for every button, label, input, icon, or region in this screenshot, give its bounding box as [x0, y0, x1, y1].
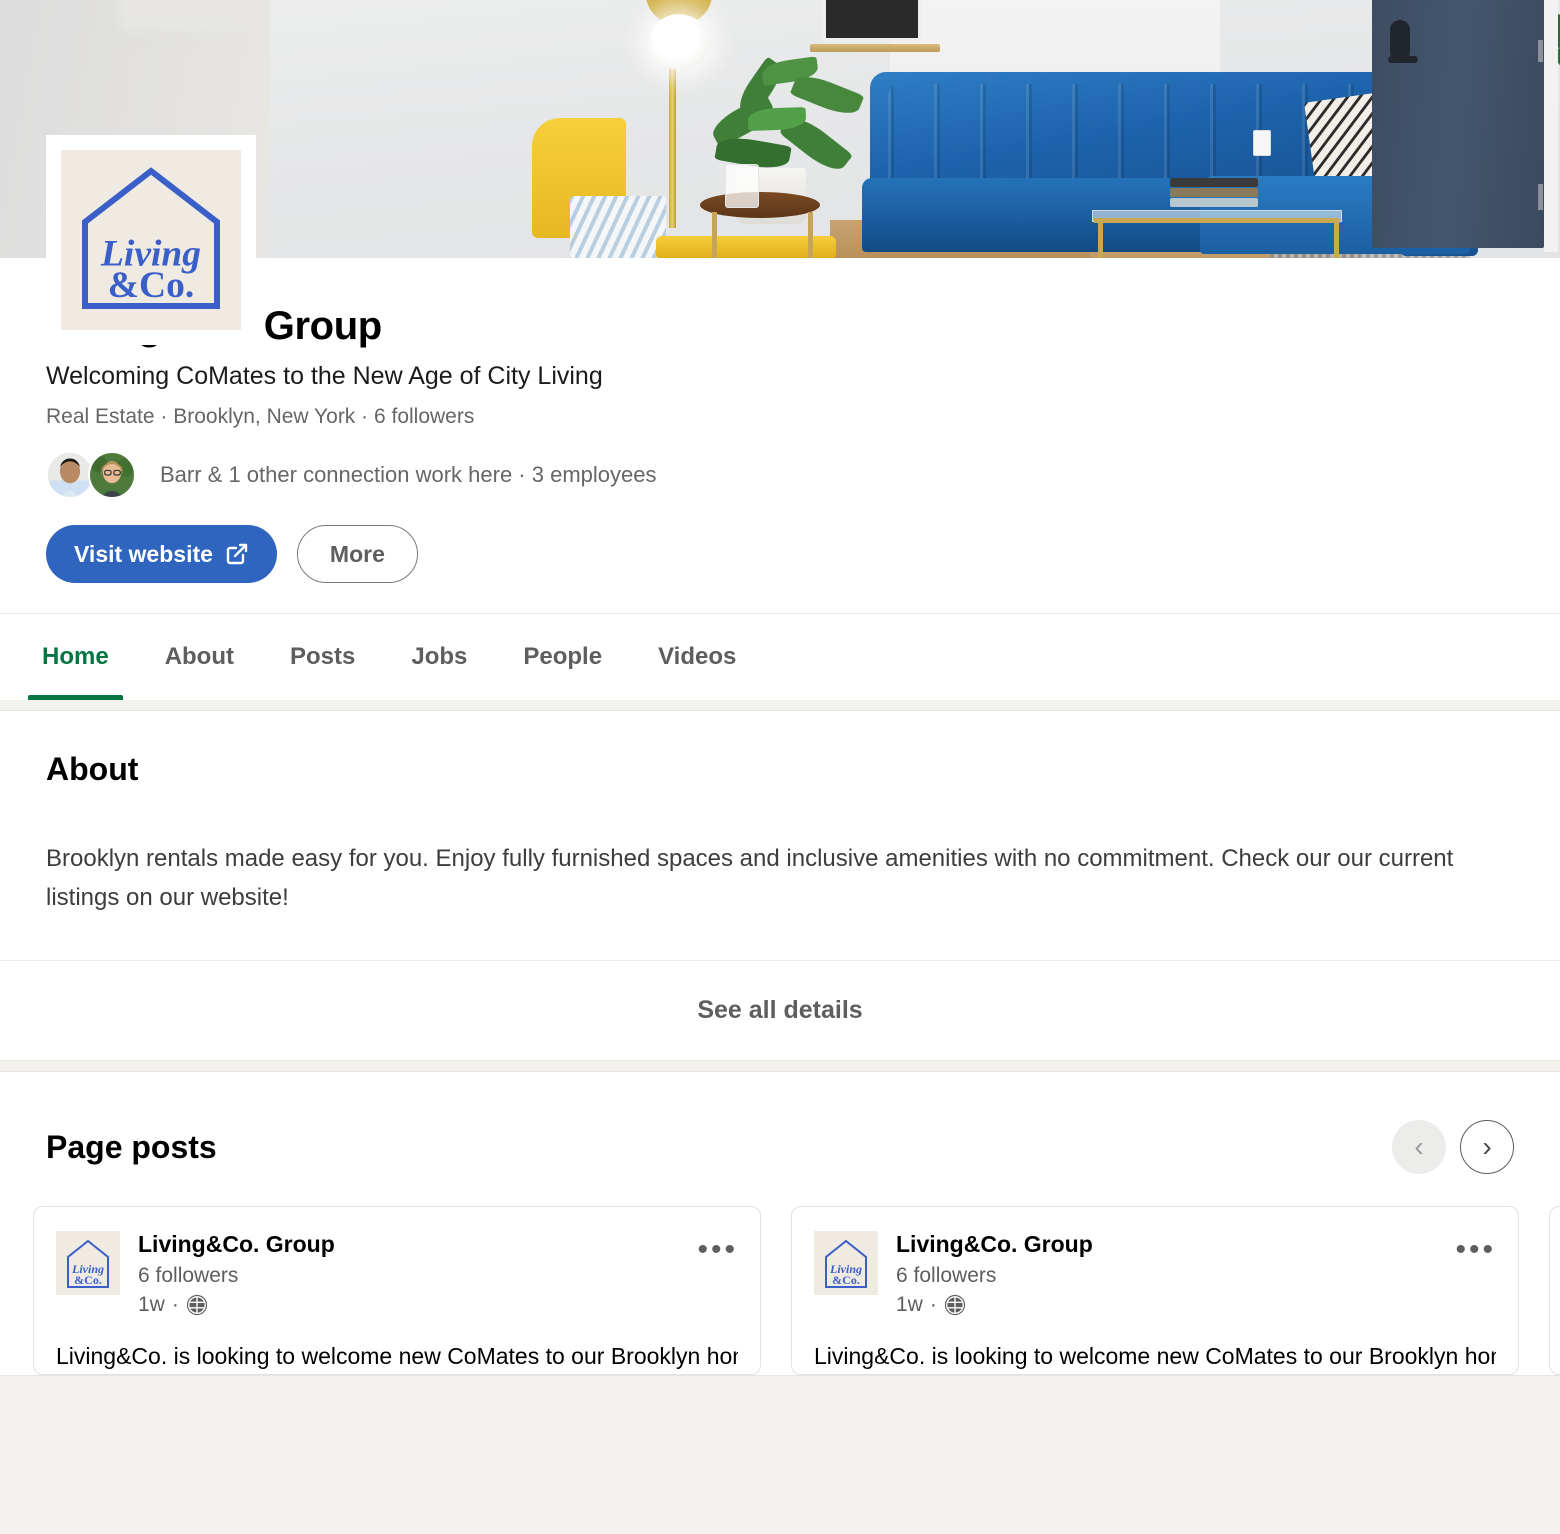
avatar[interactable] [46, 451, 94, 500]
connections-text: Barr & 1 other connection work here · 3 … [160, 462, 657, 488]
tab-about[interactable]: About [137, 614, 262, 700]
post-author-name: Living&Co. Group [138, 1231, 335, 1257]
tab-videos[interactable]: Videos [630, 614, 764, 700]
company-meta: Real Estate · Brooklyn, New York · 6 fol… [46, 405, 475, 429]
tab-posts[interactable]: Posts [262, 614, 383, 700]
carousel-prev-button[interactable]: ‹ [1392, 1120, 1446, 1174]
tab-jobs[interactable]: Jobs [383, 614, 495, 700]
carousel-controls: ‹ › [1392, 1120, 1514, 1174]
post-timestamp: 1w [138, 1292, 165, 1316]
post-timestamp-row: 1w · [138, 1293, 697, 1317]
cover-coffee-table-frame [1094, 218, 1340, 223]
external-link-icon [226, 544, 248, 565]
house-logo-icon: Living &Co. [56, 1231, 120, 1295]
about-body: About Brooklyn rentals made easy for you… [0, 711, 1560, 960]
see-all-details-button[interactable]: See all details [0, 960, 1560, 1060]
profile-top-card: Living &Co. Living&Co. Group Welcoming C… [0, 0, 1560, 701]
connections-row[interactable]: Barr & 1 other connection work here · 3 … [46, 451, 1512, 500]
cover-table-leg [808, 212, 813, 258]
logo-text-line2: &Co. [108, 265, 194, 306]
more-button[interactable]: More [296, 525, 418, 584]
post-author-followers: 6 followers [138, 1263, 239, 1287]
about-description: Brooklyn rentals made easy for you. Enjo… [46, 845, 1454, 912]
company-logo[interactable]: Living &Co. [46, 135, 256, 345]
carousel-next-button[interactable]: › [1460, 1120, 1514, 1174]
cover-coffee-leg [1098, 222, 1103, 258]
cover-door-handle [1388, 56, 1418, 63]
cover-candle-glass [725, 164, 759, 208]
cover-coffee-leg [1334, 222, 1339, 258]
nav-tabs: Home About Posts Jobs People Videos [0, 614, 1560, 701]
post-timestamp: 1w [896, 1292, 923, 1316]
visit-website-button[interactable]: Visit website [46, 525, 277, 584]
cover-side-table [700, 192, 820, 218]
company-logo-inner: Living &Co. [61, 150, 241, 330]
action-buttons: Visit website More [46, 525, 1512, 613]
visit-website-label: Visit website [74, 540, 213, 567]
page-posts-heading: Page posts [46, 1128, 217, 1165]
post-author-name: Living&Co. Group [896, 1231, 1093, 1257]
post-identity: Living&Co. Group 6 followers 1w · [896, 1231, 1455, 1317]
cover-table-leg [712, 212, 717, 258]
page-posts-header: Page posts ‹ › [0, 1072, 1560, 1174]
page-title: Living&Co. Group [46, 304, 382, 348]
cover-shelf [810, 44, 940, 52]
logo-text-line2: &Co. [832, 1273, 860, 1287]
linkedin-company-page: Living &Co. Living&Co. Group Welcoming C… [0, 0, 1560, 1534]
cover-books [1170, 178, 1258, 212]
avatar-image [48, 453, 92, 498]
about-heading: About [46, 751, 139, 788]
post-overflow-menu-icon[interactable]: ••• [697, 1231, 738, 1265]
about-section: About Brooklyn rentals made easy for you… [0, 710, 1560, 1061]
post-text: Living&Co. is looking to welcome new CoM… [814, 1342, 1496, 1369]
house-logo-icon: Living &Co. [814, 1231, 878, 1295]
globe-icon [944, 1294, 965, 1315]
cover-striped-throw [570, 196, 666, 258]
post-card[interactable] [1549, 1206, 1560, 1376]
post-card[interactable]: Living &Co. Living&Co. Group 6 followers… [791, 1206, 1519, 1376]
globe-icon [186, 1294, 207, 1315]
nav-tabs-container: Home About Posts Jobs People Videos [0, 613, 1560, 701]
connection-avatars [46, 451, 154, 500]
tab-home[interactable]: Home [14, 614, 137, 701]
cover-room [270, 0, 1560, 258]
page-posts-section: Page posts ‹ › Living &Co. Living&Co. Gr… [0, 1071, 1560, 1377]
post-header: Living &Co. Living&Co. Group 6 followers… [56, 1231, 738, 1317]
post-author-logo: Living &Co. [56, 1231, 120, 1295]
post-separator: · [171, 1292, 179, 1316]
tab-people[interactable]: People [495, 614, 630, 700]
post-overflow-menu-icon[interactable]: ••• [1455, 1231, 1496, 1265]
avatar-image [90, 453, 134, 498]
post-identity: Living&Co. Group 6 followers 1w · [138, 1231, 697, 1317]
cover-door-hinge [1538, 40, 1543, 62]
house-logo-icon: Living &Co. [82, 167, 220, 309]
cover-door-jamb [1544, 0, 1558, 252]
cover-door-hinge [1538, 184, 1543, 210]
post-separator: · [929, 1292, 937, 1316]
post-header: Living &Co. Living&Co. Group 6 followers… [814, 1231, 1496, 1317]
logo-text-line2: &Co. [74, 1273, 102, 1287]
post-author-logo: Living &Co. [814, 1231, 878, 1295]
post-text: Living&Co. is looking to welcome new CoM… [56, 1342, 738, 1369]
page-posts-carousel[interactable]: Living &Co. Living&Co. Group 6 followers… [0, 1174, 1560, 1376]
avatar[interactable] [88, 451, 136, 500]
post-card[interactable]: Living &Co. Living&Co. Group 6 followers… [33, 1206, 761, 1376]
cover-picture-frame [822, 0, 922, 42]
post-author-followers: 6 followers [896, 1263, 997, 1287]
company-tagline: Welcoming CoMates to the New Age of City… [46, 362, 603, 390]
cover-wall-outlet [1253, 130, 1271, 156]
post-timestamp-row: 1w · [896, 1293, 1455, 1317]
